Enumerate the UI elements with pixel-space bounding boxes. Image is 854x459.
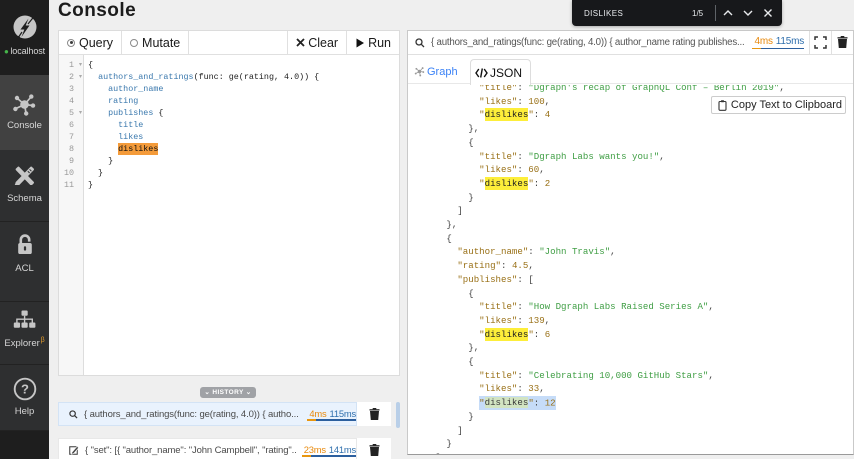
svg-text:?: ? <box>21 382 29 397</box>
